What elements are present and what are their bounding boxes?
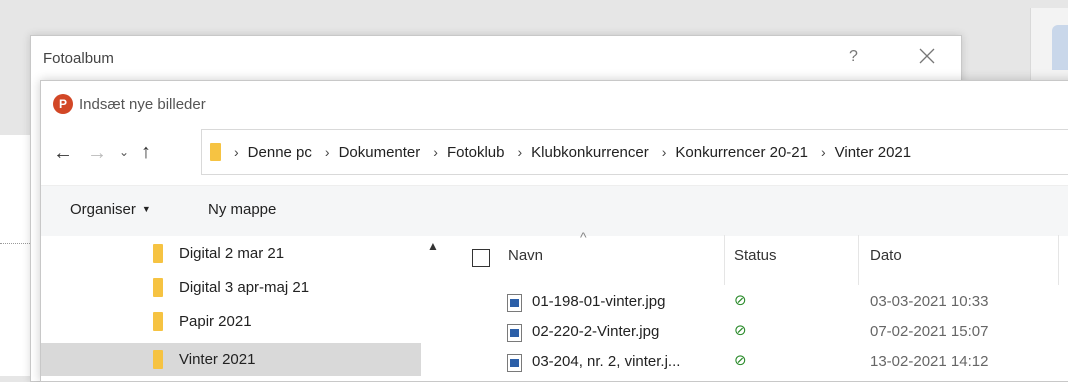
folder-icon [153, 244, 163, 263]
sync-ok-icon: ⊘ [734, 322, 747, 339]
breadcrumb-separator: › [433, 144, 438, 160]
breadcrumb-separator: › [517, 144, 523, 160]
tree-item-digital-2-mar-21[interactable]: Digital 2 mar 21 [41, 237, 421, 270]
breadcrumb-separator: › [324, 144, 330, 160]
folder-icon [153, 350, 163, 369]
scroll-up-icon[interactable]: ▲ [427, 239, 439, 253]
close-icon[interactable] [916, 45, 938, 67]
folder-icon [153, 312, 163, 331]
breadcrumb-vinter-2021[interactable]: Vinter 2021 [835, 144, 911, 161]
insert-pictures-dialog: P Indsæt nye billeder ← → ⌄ ↑ › Denne pc… [40, 80, 1068, 382]
file-row[interactable]: 02-220-2-Vinter.jpg ⊘ 07-02-2021 15:07 [466, 317, 1068, 347]
breadcrumb-separator: › [234, 144, 239, 160]
sort-ascending-icon: ^ [580, 229, 587, 245]
file-list: ^ Navn Status Dato 01-198-01-vinter.jpg … [466, 229, 1068, 381]
organise-label: Organiser [70, 201, 136, 218]
column-divider[interactable] [858, 235, 859, 285]
forward-arrow-icon[interactable]: → [87, 142, 107, 165]
breadcrumb-separator: › [661, 144, 667, 160]
file-name: 02-220-2-Vinter.jpg [532, 323, 660, 340]
navigation-pane: ▲ Digital 2 mar 21 Digital 3 apr-maj 21 … [41, 235, 441, 381]
breadcrumb-konkurrencer-20-21[interactable]: Konkurrencer 20-21 [675, 144, 808, 161]
file-row[interactable]: 01-198-01-vinter.jpg ⊘ 03-03-2021 10:33 [466, 287, 1068, 317]
tree-item-label: Papir 2021 [179, 313, 252, 330]
image-file-icon [507, 324, 522, 342]
column-divider[interactable] [724, 235, 725, 285]
sync-ok-icon: ⊘ [734, 292, 747, 309]
up-arrow-icon[interactable]: ↑ [141, 141, 151, 164]
organise-button[interactable]: Organiser ▼ [70, 201, 151, 218]
fotoalbum-title: Fotoalbum [43, 50, 114, 67]
recent-locations-chevron-icon[interactable]: ⌄ [119, 145, 129, 159]
dialog-titlebar: P Indsæt nye billeder [53, 93, 206, 115]
sync-ok-icon: ⊘ [734, 352, 747, 369]
breadcrumb-fotoklub[interactable]: Fotoklub [447, 144, 505, 161]
dotted-guide [0, 243, 30, 244]
file-date: 03-03-2021 10:33 [870, 293, 989, 310]
command-bar: Organiser ▼ Ny mappe [41, 185, 1068, 236]
new-folder-button[interactable]: Ny mappe [208, 201, 276, 218]
folder-icon [153, 278, 163, 297]
file-date: 07-02-2021 15:07 [870, 323, 989, 340]
image-file-icon [507, 354, 522, 372]
tree-item-digital-3-apr-maj-21[interactable]: Digital 3 apr-maj 21 [41, 271, 421, 304]
powerpoint-icon: P [53, 94, 73, 114]
help-button[interactable]: ? [849, 48, 858, 66]
breadcrumb-klubkonkurrencer[interactable]: Klubkonkurrencer [531, 144, 649, 161]
select-all-checkbox[interactable] [472, 249, 490, 267]
column-header-date[interactable]: Dato [870, 247, 902, 264]
tree-item-label: Digital 3 apr-maj 21 [179, 279, 310, 296]
tree-item-label: Digital 2 mar 21 [179, 245, 285, 262]
caret-down-icon: ▼ [141, 204, 151, 214]
tree-item-vinter-2021[interactable]: Vinter 2021 [41, 343, 421, 376]
background-shape [1052, 25, 1068, 70]
folder-icon [210, 143, 221, 161]
tree-item-papir-2021[interactable]: Papir 2021 [41, 305, 421, 338]
file-row[interactable]: 03-204, nr. 2, vinter.j... ⊘ 13-02-2021 … [466, 347, 1068, 377]
breadcrumb-denne-pc[interactable]: Denne pc [248, 144, 312, 161]
file-name: 01-198-01-vinter.jpg [532, 293, 666, 310]
back-arrow-icon[interactable]: ← [53, 142, 73, 165]
column-header-status[interactable]: Status [734, 247, 777, 264]
column-divider[interactable] [1058, 235, 1059, 285]
image-file-icon [507, 294, 522, 312]
breadcrumb-dokumenter[interactable]: Dokumenter [339, 144, 421, 161]
address-bar[interactable]: › Denne pc › Dokumenter › Fotoklub › Klu… [201, 129, 1068, 175]
breadcrumb-separator: › [820, 144, 826, 160]
file-name: 03-204, nr. 2, vinter.j... [532, 353, 681, 370]
dialog-title: Indsæt nye billeder [79, 95, 206, 113]
tree-item-label: Vinter 2021 [179, 351, 256, 368]
column-header-name[interactable]: Navn [508, 247, 543, 264]
file-date: 13-02-2021 14:12 [870, 353, 989, 370]
